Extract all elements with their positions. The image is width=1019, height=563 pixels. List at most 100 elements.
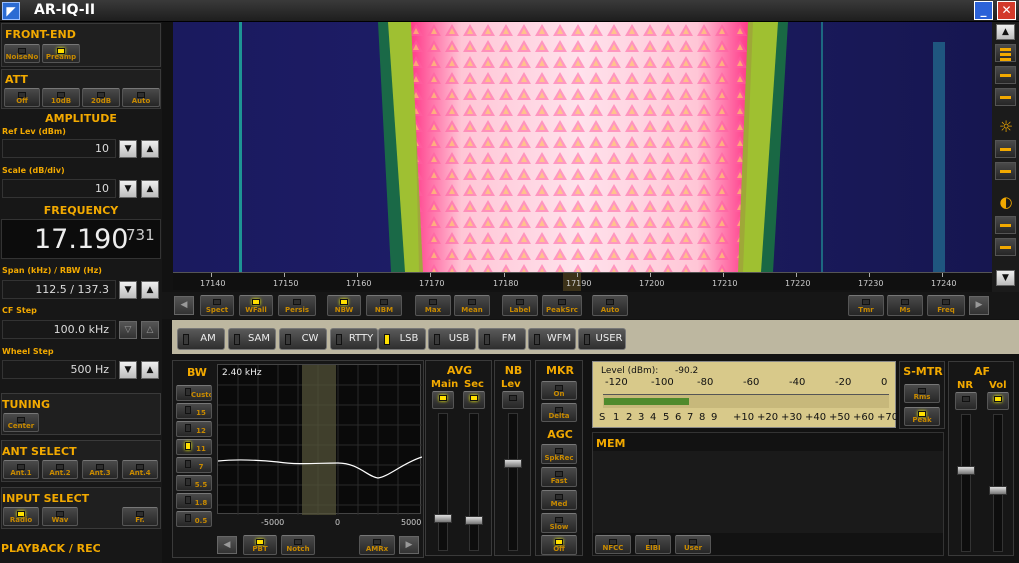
bw-custom-button[interactable]: Custom	[176, 385, 212, 401]
scale-value[interactable]: 10	[2, 179, 116, 198]
auto-button[interactable]: Auto	[592, 295, 628, 316]
avg-main-toggle[interactable]	[432, 391, 454, 409]
radio-input-button[interactable]: Radio	[3, 507, 39, 526]
wheel-step-value[interactable]: 500 Hz	[2, 360, 116, 379]
wheel-step-up-button[interactable]: ▲	[141, 361, 159, 379]
agc-fast-button[interactable]: Fast	[541, 467, 577, 487]
mem-nfcc-button[interactable]: NFCC	[595, 535, 631, 554]
nb-toggle[interactable]	[502, 391, 524, 409]
span-down-button[interactable]: ▼	[119, 281, 137, 299]
vol-knob[interactable]	[989, 486, 1007, 495]
avg-sec-knob[interactable]	[465, 516, 483, 525]
mem-user-button[interactable]: User	[675, 535, 711, 554]
scale-up-button[interactable]: ▲	[141, 180, 159, 198]
minimize-button[interactable]: _	[974, 1, 993, 20]
bw-5-5-button[interactable]: 5.5	[176, 475, 212, 491]
agc-med-button[interactable]: Med	[541, 490, 577, 510]
nbm-button[interactable]: NBM	[366, 295, 402, 316]
noise-button[interactable]: NoiseNo	[4, 44, 40, 63]
persis-button[interactable]: Persis	[278, 295, 316, 316]
ref-down-button[interactable]: ▼	[119, 140, 137, 158]
mem-list[interactable]	[593, 451, 943, 533]
mode-user-button[interactable]: USER	[578, 328, 626, 350]
bw-right-button[interactable]: ▶	[399, 536, 419, 554]
amrx-button[interactable]: AMRx	[359, 535, 395, 555]
label-button[interactable]: Label	[502, 295, 538, 316]
ant-4-button[interactable]: Ant.4	[122, 460, 158, 479]
bw-1-8-button[interactable]: 1.8	[176, 493, 212, 509]
bw-7-button[interactable]: 7	[176, 457, 212, 473]
nbw-button[interactable]: NBW	[327, 295, 361, 316]
nr-slider[interactable]	[961, 414, 971, 552]
nr-toggle[interactable]	[955, 392, 977, 410]
max-button[interactable]: Max	[415, 295, 451, 316]
avg-sec-toggle[interactable]	[463, 391, 485, 409]
mkr-on-button[interactable]: On	[541, 381, 577, 400]
bw-filter-display[interactable]: 2.40 kHz	[217, 364, 423, 515]
mode-cw-button[interactable]: CW	[279, 328, 327, 350]
level-slider-button[interactable]	[995, 140, 1016, 158]
close-button[interactable]: ✕	[997, 1, 1016, 20]
mode-wfm-button[interactable]: WFM	[528, 328, 576, 350]
fr-button[interactable]: Fr.	[122, 507, 158, 526]
agc-slow-button[interactable]: Slow	[541, 513, 577, 533]
mode-usb-button[interactable]: USB	[428, 328, 476, 350]
mean-button[interactable]: Mean	[454, 295, 490, 316]
pbt-button[interactable]: PBT	[243, 535, 277, 555]
ms-button[interactable]: Ms	[887, 295, 923, 316]
preamp-button[interactable]: Preamp	[42, 44, 80, 63]
smtr-peak-button[interactable]: Peak	[904, 407, 940, 426]
nb-slider[interactable]	[508, 413, 518, 551]
freq-button[interactable]: Freq	[927, 295, 965, 316]
list-icon[interactable]	[995, 44, 1016, 62]
center-button[interactable]: Center	[3, 413, 39, 432]
wav-input-button[interactable]: Wav	[42, 507, 78, 526]
level-slider-button[interactable]	[995, 162, 1016, 180]
mode-am-button[interactable]: AM	[177, 328, 225, 350]
wfall-button[interactable]: WFall	[239, 295, 273, 316]
ant-2-button[interactable]: Ant.2	[42, 460, 78, 479]
level-slider-button[interactable]	[995, 216, 1016, 234]
scroll-down-button[interactable]: ▼	[996, 270, 1015, 286]
mem-eibi-button[interactable]: EIBI	[635, 535, 671, 554]
spect-button[interactable]: Spect	[200, 295, 234, 316]
ref-up-button[interactable]: ▲	[141, 140, 159, 158]
span-value[interactable]: 112.5 / 137.3	[2, 280, 116, 299]
att-off-button[interactable]: Off	[4, 88, 40, 107]
peaksrc-button[interactable]: PeakSrc	[542, 295, 582, 316]
att-auto-button[interactable]: Auto	[122, 88, 160, 107]
cf-step-up-button[interactable]: △	[141, 321, 159, 339]
contrast-icon[interactable]: ◐	[996, 193, 1016, 213]
tmr-button[interactable]: Tmr	[848, 295, 884, 316]
span-up-button[interactable]: ▲	[141, 281, 159, 299]
bw-12-button[interactable]: 12	[176, 421, 212, 437]
nb-knob[interactable]	[504, 459, 522, 468]
frequency-display[interactable]: 17.190 731	[1, 219, 161, 259]
vol-slider[interactable]	[993, 414, 1003, 552]
wheel-step-down-button[interactable]: ▼	[119, 361, 137, 379]
level-slider-button[interactable]	[995, 238, 1016, 256]
mode-fm-button[interactable]: FM	[478, 328, 526, 350]
agc-off-button[interactable]: Off	[541, 535, 577, 555]
cf-step-value[interactable]: 100.0 kHz	[2, 320, 116, 339]
radio-icon[interactable]: ◤	[2, 2, 20, 20]
level-slider-button[interactable]	[995, 88, 1016, 106]
mode-lsb-button[interactable]: LSB	[378, 328, 426, 350]
ref-level-value[interactable]: 10	[2, 139, 116, 158]
toolbar-right-button[interactable]: ▶	[969, 296, 989, 315]
scale-down-button[interactable]: ▼	[119, 180, 137, 198]
agc-spkrec-button[interactable]: SpkRec	[541, 444, 577, 464]
toolbar-left-button[interactable]: ◀	[174, 296, 194, 315]
avg-sec-slider[interactable]	[469, 413, 479, 551]
bw-15-button[interactable]: 15	[176, 403, 212, 419]
cf-step-down-button[interactable]: ▽	[119, 321, 137, 339]
mode-rtty-button[interactable]: RTTY	[330, 328, 378, 350]
nr-knob[interactable]	[957, 466, 975, 475]
level-slider-button[interactable]	[995, 66, 1016, 84]
scroll-up-button[interactable]: ▲	[996, 24, 1015, 40]
bw-0-5-button[interactable]: 0.5	[176, 511, 212, 527]
ant-3-button[interactable]: Ant.3	[82, 460, 118, 479]
mode-sam-button[interactable]: SAM	[228, 328, 276, 350]
ant-1-button[interactable]: Ant.1	[3, 460, 39, 479]
avg-main-slider[interactable]	[438, 413, 448, 551]
